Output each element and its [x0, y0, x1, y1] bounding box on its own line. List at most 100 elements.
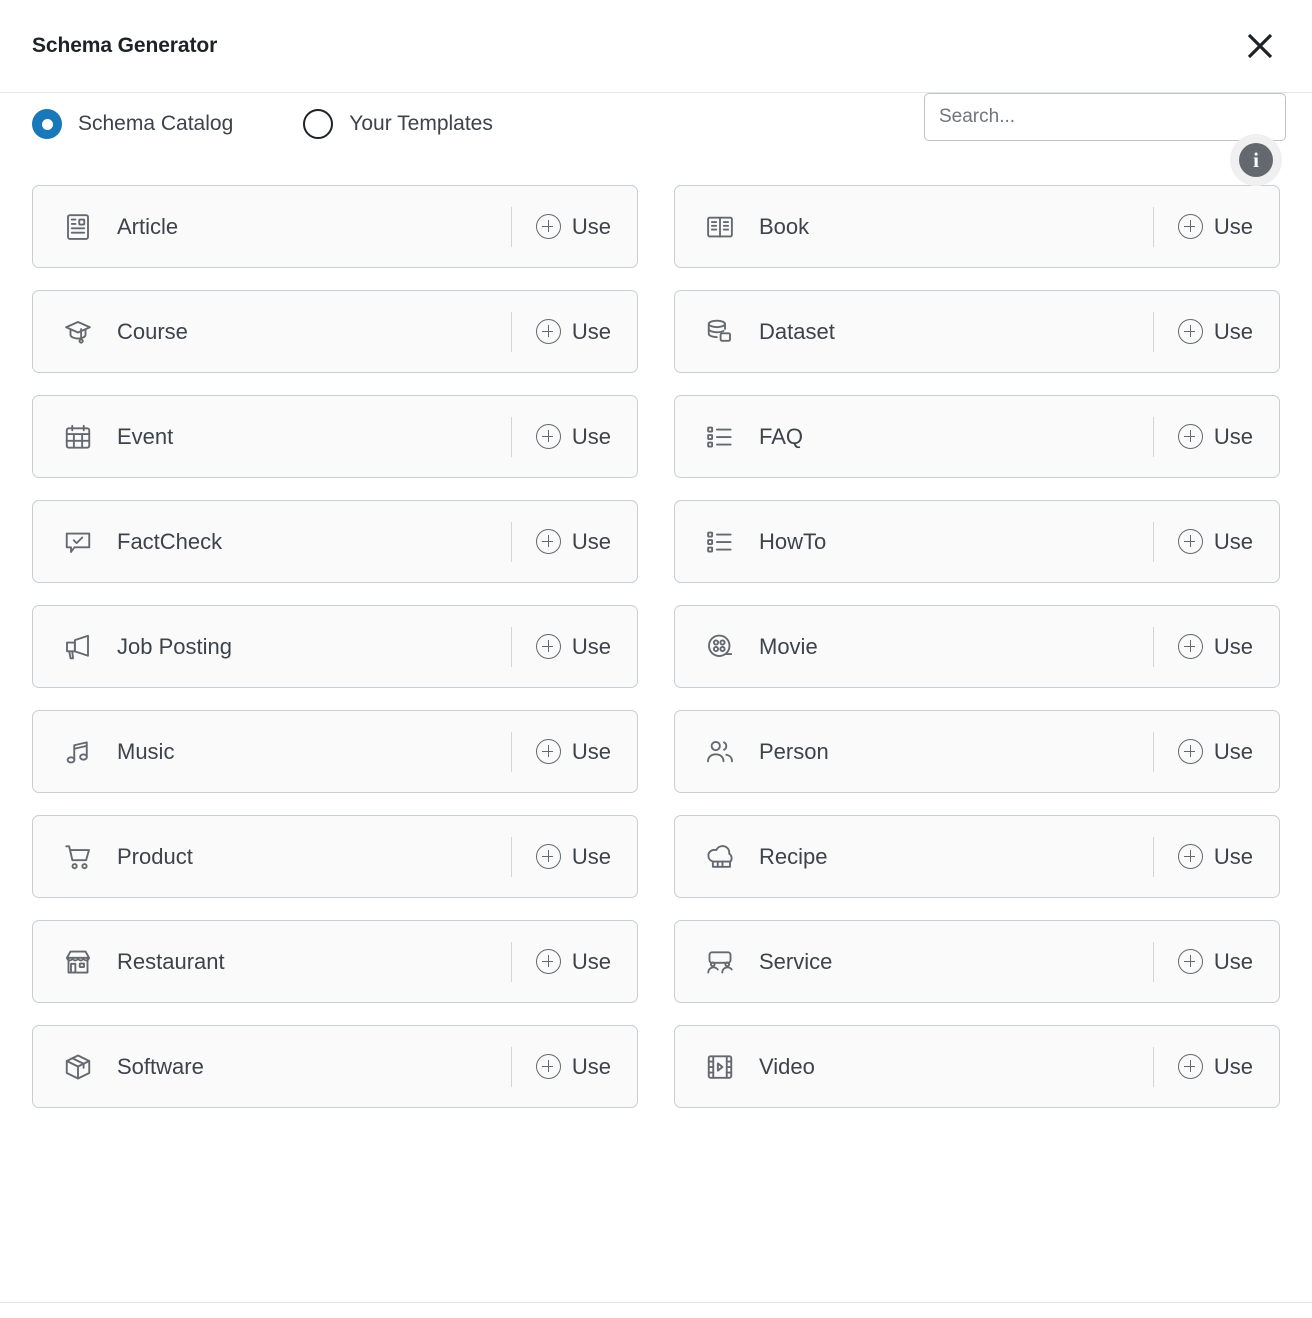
people-icon [703, 735, 737, 769]
schema-card-label: Event [117, 423, 174, 449]
use-button-label: Use [571, 1053, 611, 1079]
use-button-label: Use [1213, 738, 1253, 764]
plus-circle-icon [535, 319, 561, 344]
use-button[interactable]: Use [530, 528, 617, 556]
storefront-icon [61, 945, 95, 979]
use-button[interactable]: Use [530, 633, 617, 661]
schema-card-label: FAQ [759, 423, 804, 449]
close-icon[interactable] [1236, 22, 1284, 70]
use-button[interactable]: Use [530, 213, 617, 241]
package-box-icon [61, 1050, 95, 1084]
card-divider [510, 521, 512, 562]
catalog-toolbar: Schema Catalog Your Templates [0, 92, 1312, 155]
use-button[interactable]: Use [1172, 213, 1259, 241]
use-button[interactable]: Use [530, 738, 617, 766]
info-icon: i [1239, 143, 1273, 177]
plus-circle-icon [1177, 319, 1203, 344]
schema-card[interactable]: Job Posting Use [32, 605, 638, 688]
use-button[interactable]: Use [1172, 423, 1259, 451]
schema-card[interactable]: Service Use [674, 920, 1280, 1003]
schema-card[interactable]: Video Use [674, 1025, 1280, 1108]
radio-indicator-unselected[interactable] [303, 109, 334, 139]
schema-card[interactable]: HowTo Use [674, 500, 1280, 583]
use-button-label: Use [571, 738, 611, 764]
card-divider [1152, 836, 1154, 877]
info-help-button[interactable]: i [1230, 134, 1282, 186]
card-divider [510, 626, 512, 667]
calendar-icon [61, 420, 95, 454]
plus-circle-icon [535, 844, 561, 869]
schema-card[interactable]: Recipe Use [674, 815, 1280, 898]
modal-footer [0, 1302, 1312, 1318]
handshake-icon [703, 945, 737, 979]
schema-card[interactable]: Movie Use [674, 605, 1280, 688]
book-icon [703, 210, 737, 244]
use-button-label: Use [1213, 213, 1253, 239]
radio-your-templates[interactable]: Your Templates [303, 109, 493, 139]
schema-card[interactable]: Person Use [674, 710, 1280, 793]
schema-card[interactable]: Music Use [32, 710, 638, 793]
schema-card[interactable]: Software Use [32, 1025, 638, 1108]
use-button[interactable]: Use [530, 423, 617, 451]
schema-card[interactable]: FactCheck Use [32, 500, 638, 583]
plus-circle-icon [1177, 1054, 1203, 1079]
schema-card-grid: Article Use Book Use Course Use Dataset Use Even… [0, 155, 1312, 1108]
card-divider [510, 1046, 512, 1087]
graduation-cap-icon [61, 315, 95, 349]
schema-card[interactable]: Restaurant Use [32, 920, 638, 1003]
use-button[interactable]: Use [1172, 528, 1259, 556]
schema-card[interactable]: Product Use [32, 815, 638, 898]
plus-circle-icon [535, 739, 561, 764]
use-button[interactable]: Use [530, 843, 617, 871]
use-button[interactable]: Use [530, 318, 617, 346]
music-note-icon [61, 735, 95, 769]
plus-circle-icon [1177, 844, 1203, 869]
schema-card-label: Movie [759, 633, 818, 659]
schema-card[interactable]: FAQ Use [674, 395, 1280, 478]
use-button[interactable]: Use [530, 1053, 617, 1081]
schema-card-label: Job Posting [117, 633, 232, 659]
use-button-label: Use [1213, 423, 1253, 449]
article-icon [61, 210, 95, 244]
plus-circle-icon [535, 1054, 561, 1079]
use-button[interactable]: Use [1172, 633, 1259, 661]
plus-circle-icon [535, 634, 561, 659]
use-button[interactable]: Use [530, 948, 617, 976]
use-button[interactable]: Use [1172, 1053, 1259, 1081]
use-button-label: Use [571, 423, 611, 449]
schema-card-label: Recipe [759, 843, 828, 869]
schema-card-label: FactCheck [117, 528, 223, 554]
card-divider [510, 941, 512, 982]
schema-card-label: Article [117, 213, 179, 239]
radio-schema-catalog[interactable]: Schema Catalog [32, 109, 233, 139]
schema-card-label: Book [759, 213, 810, 239]
source-radio-group: Schema Catalog Your Templates [32, 109, 493, 139]
card-divider [1152, 1046, 1154, 1087]
use-button[interactable]: Use [1172, 738, 1259, 766]
use-button[interactable]: Use [1172, 948, 1259, 976]
use-button[interactable]: Use [1172, 318, 1259, 346]
use-button-label: Use [1213, 948, 1253, 974]
radio-label-your-templates: Your Templates [349, 112, 493, 135]
plus-circle-icon [535, 214, 561, 239]
schema-card[interactable]: Book Use [674, 185, 1280, 268]
card-divider [510, 836, 512, 877]
search-input[interactable] [924, 93, 1286, 141]
schema-card-label: Music [117, 738, 175, 764]
film-strip-play-icon [703, 1050, 737, 1084]
page-title: Schema Generator [32, 34, 218, 57]
radio-indicator-selected[interactable] [32, 109, 62, 139]
schema-card[interactable]: Article Use [32, 185, 638, 268]
database-icon [703, 315, 737, 349]
card-divider [1152, 731, 1154, 772]
schema-generator-modal: Schema Generator Schema Catalog Your Tem… [0, 0, 1312, 1318]
use-button-label: Use [571, 318, 611, 344]
schema-card[interactable]: Course Use [32, 290, 638, 373]
card-divider [510, 206, 512, 247]
schema-card[interactable]: Event Use [32, 395, 638, 478]
schema-card-label: Software [117, 1053, 204, 1079]
card-divider [510, 311, 512, 352]
use-button[interactable]: Use [1172, 843, 1259, 871]
schema-card-label: HowTo [759, 528, 827, 554]
schema-card[interactable]: Dataset Use [674, 290, 1280, 373]
